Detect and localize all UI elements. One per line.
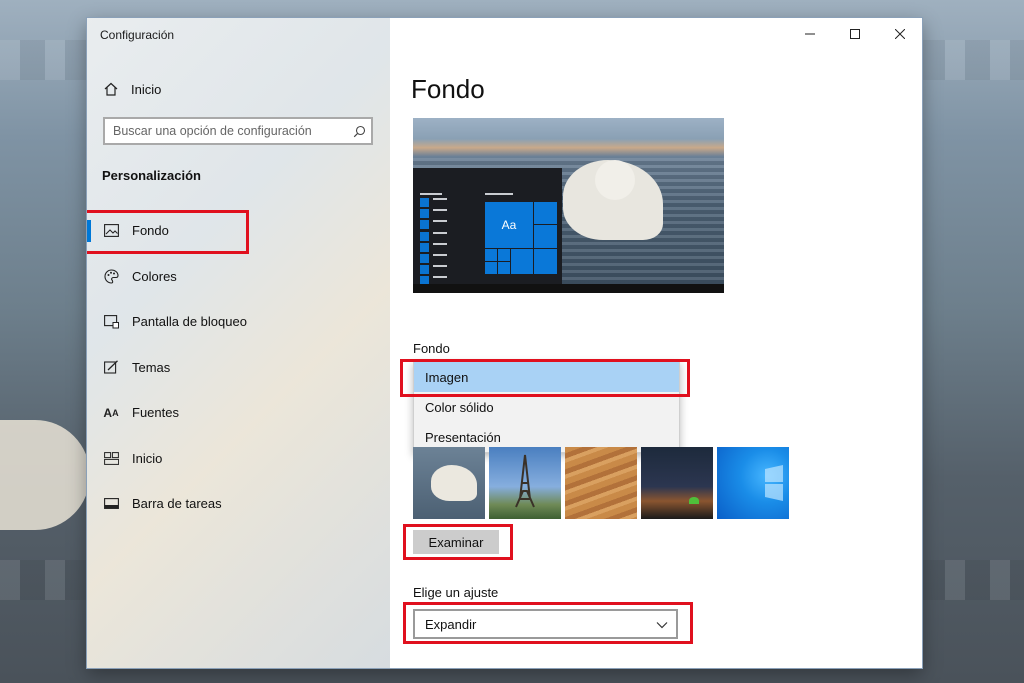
sidebar-item-fuentes[interactable]: AA Fuentes bbox=[87, 390, 390, 436]
sidebar-item-label: Colores bbox=[132, 268, 177, 284]
sidebar-item-colores[interactable]: Colores bbox=[87, 254, 390, 300]
fit-select-value: Expandir bbox=[425, 616, 477, 632]
sidebar-item-label: Temas bbox=[132, 359, 171, 375]
thumbnail-night-sky[interactable] bbox=[641, 447, 713, 519]
option-color-solido[interactable]: Color sólido bbox=[414, 392, 679, 422]
sidebar-item-barra-de-tareas[interactable]: Barra de tareas bbox=[87, 481, 390, 527]
sidebar-item-fondo[interactable]: Fondo bbox=[87, 208, 390, 254]
background-preview: Aa bbox=[413, 118, 724, 293]
start-icon bbox=[103, 450, 119, 466]
fit-label: Elige un ajuste bbox=[413, 585, 499, 600]
taskbar-icon bbox=[103, 496, 119, 512]
fonts-icon: AA bbox=[103, 405, 119, 420]
section-title: Personalización bbox=[102, 168, 201, 183]
home-link[interactable]: Inicio bbox=[103, 78, 161, 100]
home-icon bbox=[103, 81, 119, 97]
thumbnail-windows[interactable] bbox=[717, 447, 789, 519]
settings-window: Configuración Inicio Personalización Fon… bbox=[87, 18, 922, 668]
background-label: Fondo bbox=[413, 341, 450, 356]
fit-select[interactable]: Expandir bbox=[413, 609, 678, 639]
sidebar-item-label: Fondo bbox=[132, 223, 169, 239]
sidebar-item-label: Fuentes bbox=[132, 405, 179, 421]
search-icon[interactable] bbox=[347, 125, 371, 138]
sidebar-item-inicio[interactable]: Inicio bbox=[87, 436, 390, 482]
page-title: Fondo bbox=[411, 74, 485, 104]
palette-icon bbox=[103, 268, 119, 284]
preview-taskbar bbox=[413, 284, 724, 293]
thumbnail-eiffel[interactable] bbox=[489, 447, 561, 519]
background-dropdown-list[interactable]: Imagen Color sólido Presentación bbox=[413, 361, 680, 453]
recent-images bbox=[413, 447, 789, 519]
desktop-wallpaper-ice bbox=[0, 420, 90, 530]
preview-beluga-head bbox=[595, 160, 635, 200]
thumbnail-desert[interactable] bbox=[565, 447, 637, 519]
browse-button[interactable]: Examinar bbox=[413, 530, 499, 554]
sidebar-item-label: Barra de tareas bbox=[132, 496, 222, 512]
sidebar-item-label: Inicio bbox=[132, 450, 163, 466]
search-input[interactable] bbox=[105, 123, 347, 139]
sidebar: Configuración Inicio Personalización Fon… bbox=[87, 18, 390, 668]
lock-screen-icon bbox=[103, 314, 119, 330]
home-label: Inicio bbox=[131, 81, 162, 97]
image-icon bbox=[103, 223, 119, 239]
search-box[interactable] bbox=[103, 117, 373, 145]
main-content: Fondo Aa Fondo Imagen Color sólido Prese… bbox=[390, 18, 922, 668]
preview-start-lines bbox=[433, 198, 447, 288]
preview-start-menu: Aa bbox=[413, 168, 562, 286]
sidebar-item-pantalla-de-bloqueo[interactable]: Pantalla de bloqueo bbox=[87, 299, 390, 345]
sidebar-item-label: Pantalla de bloqueo bbox=[132, 314, 247, 330]
window-title: Configuración bbox=[100, 28, 175, 42]
sidebar-nav: Fondo Colores Pantalla de bloqueo Temas bbox=[87, 208, 390, 527]
sidebar-item-temas[interactable]: Temas bbox=[87, 345, 390, 391]
preview-start-icons bbox=[420, 198, 429, 288]
option-imagen[interactable]: Imagen bbox=[414, 362, 679, 392]
chevron-down-icon bbox=[656, 617, 668, 632]
themes-icon bbox=[103, 359, 119, 375]
thumbnail-beluga[interactable] bbox=[413, 447, 485, 519]
preview-tile: Aa bbox=[485, 202, 533, 248]
